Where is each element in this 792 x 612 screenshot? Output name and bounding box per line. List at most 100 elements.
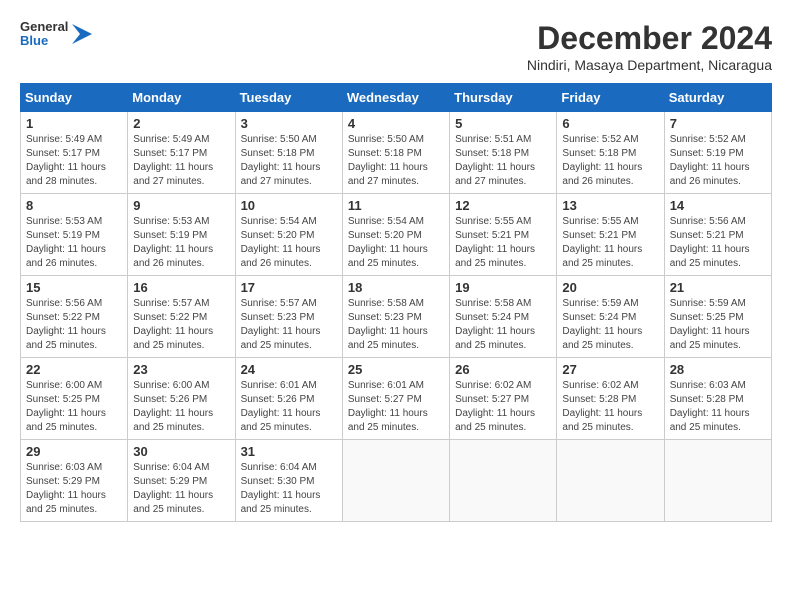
list-item: 23 Sunrise: 6:00 AM Sunset: 5:26 PM Dayl… [128, 358, 235, 440]
table-row: 29 Sunrise: 6:03 AM Sunset: 5:29 PM Dayl… [21, 440, 772, 522]
col-wednesday: Wednesday [342, 84, 449, 112]
list-item: 16 Sunrise: 5:57 AM Sunset: 5:22 PM Dayl… [128, 276, 235, 358]
table-row: 22 Sunrise: 6:00 AM Sunset: 5:25 PM Dayl… [21, 358, 772, 440]
day-number: 29 [26, 444, 122, 459]
col-saturday: Saturday [664, 84, 771, 112]
day-info: Sunrise: 5:57 AM Sunset: 5:23 PM Dayligh… [241, 297, 337, 353]
day-info: Sunrise: 5:49 AM Sunset: 5:17 PM Dayligh… [133, 133, 229, 189]
day-number: 9 [133, 198, 229, 213]
list-item: 14 Sunrise: 5:56 AM Sunset: 5:21 PM Dayl… [664, 194, 771, 276]
page-header: General Blue December 2024 Nindiri, Masa… [20, 20, 772, 73]
list-item: 8 Sunrise: 5:53 AM Sunset: 5:19 PM Dayli… [21, 194, 128, 276]
logo: General Blue [20, 20, 92, 49]
location: Nindiri, Masaya Department, Nicaragua [527, 57, 772, 73]
list-item: 30 Sunrise: 6:04 AM Sunset: 5:29 PM Dayl… [128, 440, 235, 522]
day-info: Sunrise: 5:51 AM Sunset: 5:18 PM Dayligh… [455, 133, 551, 189]
day-number: 27 [562, 362, 658, 377]
list-item: 20 Sunrise: 5:59 AM Sunset: 5:24 PM Dayl… [557, 276, 664, 358]
list-item: 19 Sunrise: 5:58 AM Sunset: 5:24 PM Dayl… [450, 276, 557, 358]
list-item: 21 Sunrise: 5:59 AM Sunset: 5:25 PM Dayl… [664, 276, 771, 358]
day-info: Sunrise: 6:02 AM Sunset: 5:28 PM Dayligh… [562, 379, 658, 435]
list-item: 11 Sunrise: 5:54 AM Sunset: 5:20 PM Dayl… [342, 194, 449, 276]
day-number: 6 [562, 116, 658, 131]
day-number: 21 [670, 280, 766, 295]
list-item: 17 Sunrise: 5:57 AM Sunset: 5:23 PM Dayl… [235, 276, 342, 358]
day-info: Sunrise: 5:59 AM Sunset: 5:25 PM Dayligh… [670, 297, 766, 353]
list-item: 7 Sunrise: 5:52 AM Sunset: 5:19 PM Dayli… [664, 112, 771, 194]
list-item: 3 Sunrise: 5:50 AM Sunset: 5:18 PM Dayli… [235, 112, 342, 194]
day-number: 20 [562, 280, 658, 295]
col-thursday: Thursday [450, 84, 557, 112]
logo-general: General [20, 20, 68, 34]
calendar-header-row: Sunday Monday Tuesday Wednesday Thursday… [21, 84, 772, 112]
logo-text: General Blue [20, 20, 68, 49]
day-number: 25 [348, 362, 444, 377]
day-info: Sunrise: 5:52 AM Sunset: 5:18 PM Dayligh… [562, 133, 658, 189]
day-number: 19 [455, 280, 551, 295]
day-info: Sunrise: 5:52 AM Sunset: 5:19 PM Dayligh… [670, 133, 766, 189]
day-info: Sunrise: 5:50 AM Sunset: 5:18 PM Dayligh… [348, 133, 444, 189]
month-title: December 2024 [527, 20, 772, 57]
list-item: 4 Sunrise: 5:50 AM Sunset: 5:18 PM Dayli… [342, 112, 449, 194]
day-info: Sunrise: 5:56 AM Sunset: 5:22 PM Dayligh… [26, 297, 122, 353]
col-tuesday: Tuesday [235, 84, 342, 112]
day-number: 24 [241, 362, 337, 377]
list-item: 29 Sunrise: 6:03 AM Sunset: 5:29 PM Dayl… [21, 440, 128, 522]
list-item: 6 Sunrise: 5:52 AM Sunset: 5:18 PM Dayli… [557, 112, 664, 194]
day-info: Sunrise: 5:57 AM Sunset: 5:22 PM Dayligh… [133, 297, 229, 353]
day-info: Sunrise: 6:00 AM Sunset: 5:25 PM Dayligh… [26, 379, 122, 435]
col-friday: Friday [557, 84, 664, 112]
list-item: 22 Sunrise: 6:00 AM Sunset: 5:25 PM Dayl… [21, 358, 128, 440]
day-info: Sunrise: 5:54 AM Sunset: 5:20 PM Dayligh… [348, 215, 444, 271]
day-number: 11 [348, 198, 444, 213]
day-info: Sunrise: 5:56 AM Sunset: 5:21 PM Dayligh… [670, 215, 766, 271]
day-number: 4 [348, 116, 444, 131]
day-number: 30 [133, 444, 229, 459]
title-section: December 2024 Nindiri, Masaya Department… [527, 20, 772, 73]
day-info: Sunrise: 5:54 AM Sunset: 5:20 PM Dayligh… [241, 215, 337, 271]
list-item [557, 440, 664, 522]
list-item [342, 440, 449, 522]
day-info: Sunrise: 6:02 AM Sunset: 5:27 PM Dayligh… [455, 379, 551, 435]
day-number: 8 [26, 198, 122, 213]
day-info: Sunrise: 6:01 AM Sunset: 5:26 PM Dayligh… [241, 379, 337, 435]
day-info: Sunrise: 5:58 AM Sunset: 5:24 PM Dayligh… [455, 297, 551, 353]
day-number: 15 [26, 280, 122, 295]
day-info: Sunrise: 5:49 AM Sunset: 5:17 PM Dayligh… [26, 133, 122, 189]
day-number: 1 [26, 116, 122, 131]
day-number: 16 [133, 280, 229, 295]
list-item: 9 Sunrise: 5:53 AM Sunset: 5:19 PM Dayli… [128, 194, 235, 276]
day-number: 7 [670, 116, 766, 131]
list-item: 24 Sunrise: 6:01 AM Sunset: 5:26 PM Dayl… [235, 358, 342, 440]
list-item: 10 Sunrise: 5:54 AM Sunset: 5:20 PM Dayl… [235, 194, 342, 276]
list-item: 25 Sunrise: 6:01 AM Sunset: 5:27 PM Dayl… [342, 358, 449, 440]
day-info: Sunrise: 6:03 AM Sunset: 5:28 PM Dayligh… [670, 379, 766, 435]
day-number: 28 [670, 362, 766, 377]
day-number: 31 [241, 444, 337, 459]
day-number: 10 [241, 198, 337, 213]
list-item: 27 Sunrise: 6:02 AM Sunset: 5:28 PM Dayl… [557, 358, 664, 440]
day-number: 12 [455, 198, 551, 213]
list-item: 12 Sunrise: 5:55 AM Sunset: 5:21 PM Dayl… [450, 194, 557, 276]
list-item [664, 440, 771, 522]
logo-arrow-icon [72, 24, 92, 44]
table-row: 15 Sunrise: 5:56 AM Sunset: 5:22 PM Dayl… [21, 276, 772, 358]
col-monday: Monday [128, 84, 235, 112]
day-number: 2 [133, 116, 229, 131]
day-number: 18 [348, 280, 444, 295]
day-info: Sunrise: 6:04 AM Sunset: 5:29 PM Dayligh… [133, 461, 229, 517]
list-item [450, 440, 557, 522]
day-info: Sunrise: 5:50 AM Sunset: 5:18 PM Dayligh… [241, 133, 337, 189]
day-info: Sunrise: 5:55 AM Sunset: 5:21 PM Dayligh… [455, 215, 551, 271]
day-info: Sunrise: 6:01 AM Sunset: 5:27 PM Dayligh… [348, 379, 444, 435]
list-item: 1 Sunrise: 5:49 AM Sunset: 5:17 PM Dayli… [21, 112, 128, 194]
day-info: Sunrise: 5:59 AM Sunset: 5:24 PM Dayligh… [562, 297, 658, 353]
day-info: Sunrise: 6:03 AM Sunset: 5:29 PM Dayligh… [26, 461, 122, 517]
table-row: 8 Sunrise: 5:53 AM Sunset: 5:19 PM Dayli… [21, 194, 772, 276]
day-info: Sunrise: 6:04 AM Sunset: 5:30 PM Dayligh… [241, 461, 337, 517]
list-item: 31 Sunrise: 6:04 AM Sunset: 5:30 PM Dayl… [235, 440, 342, 522]
day-info: Sunrise: 6:00 AM Sunset: 5:26 PM Dayligh… [133, 379, 229, 435]
day-info: Sunrise: 5:58 AM Sunset: 5:23 PM Dayligh… [348, 297, 444, 353]
list-item: 15 Sunrise: 5:56 AM Sunset: 5:22 PM Dayl… [21, 276, 128, 358]
day-number: 17 [241, 280, 337, 295]
